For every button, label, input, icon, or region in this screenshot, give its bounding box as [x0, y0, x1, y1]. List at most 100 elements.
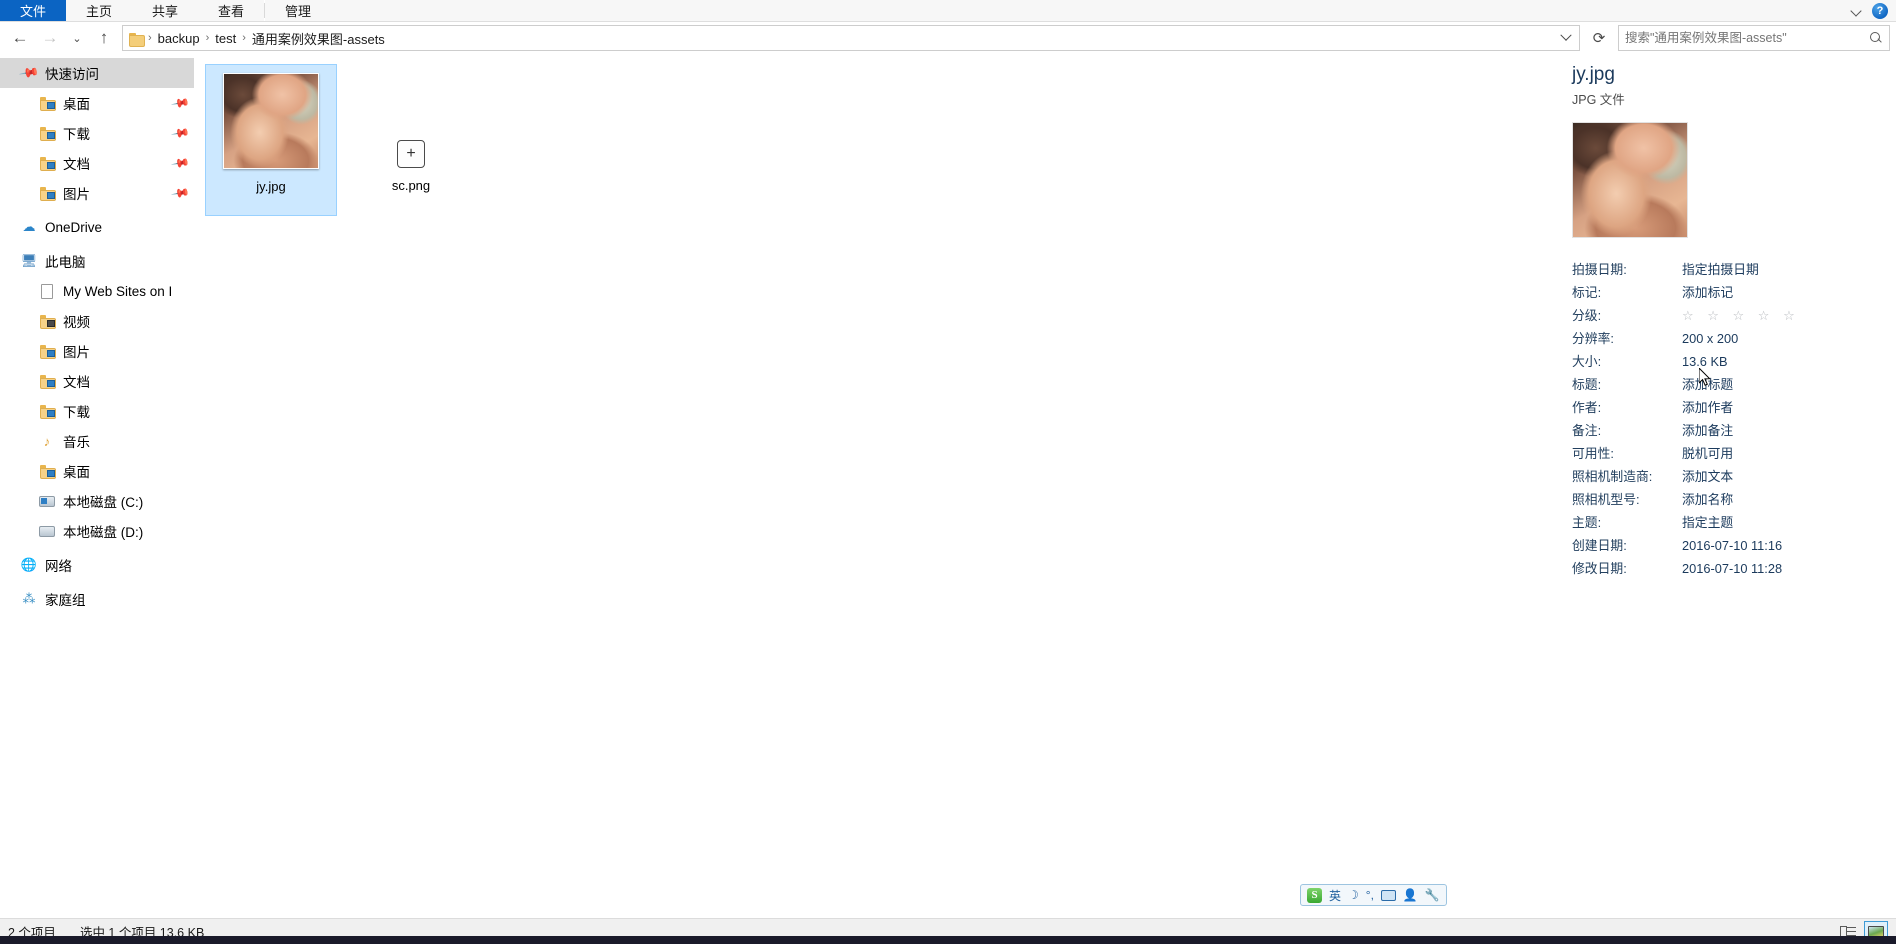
detail-value: 2016-07-10 11:28: [1682, 561, 1783, 576]
taskbar[interactable]: [0, 936, 1896, 944]
detail-value[interactable]: 指定主题: [1682, 511, 1733, 534]
detail-value[interactable]: 添加文本: [1682, 465, 1733, 488]
detail-key: 备注:: [1572, 423, 1602, 438]
sidebar-item-documents-pc[interactable]: 文档: [0, 366, 194, 396]
detail-value: 13.6 KB: [1682, 354, 1728, 369]
chevron-down-icon[interactable]: [1850, 4, 1864, 18]
sidebar-item-my-web-sites[interactable]: My Web Sites on I: [0, 276, 194, 306]
address-dropdown-icon[interactable]: [1557, 26, 1575, 50]
detail-value: 200 x 200: [1682, 331, 1739, 346]
detail-key: 分辨率:: [1572, 331, 1614, 346]
tab-manage[interactable]: 管理: [265, 0, 332, 21]
sogou-logo-icon[interactable]: S: [1307, 887, 1322, 903]
back-button[interactable]: ←: [6, 25, 34, 51]
sidebar-item-local-disk-c[interactable]: 本地磁盘 (C:): [0, 486, 194, 516]
tab-file[interactable]: 文件: [0, 0, 66, 21]
drive-icon: [38, 522, 56, 540]
details-title: jy.jpg: [1572, 64, 1615, 85]
user-icon[interactable]: 👤: [1403, 888, 1418, 902]
sidebar-item-label: 图片: [63, 187, 90, 202]
sidebar-item-local-disk-d[interactable]: 本地磁盘 (D:): [0, 516, 194, 546]
ribbon-empty-space: [331, 0, 1850, 21]
tab-view[interactable]: 查看: [198, 0, 265, 21]
tab-share[interactable]: 共享: [132, 0, 199, 21]
detail-value[interactable]: 添加名称: [1682, 488, 1733, 511]
sidebar-item-music[interactable]: ♪ 音乐: [0, 426, 194, 456]
sidebar-item-pictures[interactable]: 图片 📌: [0, 178, 194, 208]
punctuation-icon[interactable]: °,: [1366, 888, 1374, 902]
detail-row-availability: 可用性: 脱机可用: [1572, 442, 1880, 465]
file-item-sc-png[interactable]: sc.png: [345, 64, 477, 216]
file-explorer-window: 文件 主页 共享 查看 管理 ? ← → ⌄ ↑ › backup › test…: [0, 0, 1896, 944]
sidebar-item-label: 桌面: [63, 97, 90, 112]
sidebar-item-label: 家庭组: [45, 593, 86, 608]
rating-stars[interactable]: ☆ ☆ ☆ ☆ ☆: [1682, 304, 1800, 327]
thumbnail-container: [222, 71, 320, 169]
refresh-button[interactable]: ⟳: [1586, 25, 1612, 51]
tools-icon[interactable]: 🔧: [1425, 888, 1440, 902]
tab-manage-label: 管理: [285, 4, 312, 19]
detail-value[interactable]: 添加标记: [1682, 281, 1733, 304]
folder-videos-icon: [38, 312, 56, 330]
details-subtitle: JPG 文件: [1572, 93, 1625, 107]
moon-icon[interactable]: ☽: [1348, 888, 1359, 902]
sidebar-item-this-pc[interactable]: 🖥 此电脑: [0, 246, 194, 276]
pin-icon[interactable]: 📌: [170, 123, 190, 143]
detail-value[interactable]: 添加作者: [1682, 396, 1733, 419]
breadcrumb-test[interactable]: test: [210, 31, 241, 46]
folder-downloads-icon: [38, 402, 56, 420]
forward-button[interactable]: →: [36, 25, 64, 51]
ime-toolbar[interactable]: S 英 ☽ °, 👤 🔧: [1300, 884, 1447, 906]
file-list-view[interactable]: jy.jpg sc.png: [195, 54, 1556, 918]
help-icon[interactable]: ?: [1872, 2, 1888, 19]
sidebar-item-label: 快速访问: [45, 67, 99, 82]
detail-value[interactable]: 指定拍摄日期: [1682, 258, 1759, 281]
sidebar-item-label: 文档: [63, 157, 90, 172]
detail-value[interactable]: 添加标题: [1682, 373, 1733, 396]
sidebar-item-videos[interactable]: 视频: [0, 306, 194, 336]
ribbon-right-controls: ?: [1850, 0, 1896, 21]
pin-icon[interactable]: 📌: [170, 183, 190, 203]
image-thumbnail: [223, 73, 319, 169]
address-bar[interactable]: › backup › test › 通用案例效果图-assets: [122, 25, 1580, 51]
sidebar-item-downloads-pc[interactable]: 下载: [0, 396, 194, 426]
detail-key: 拍摄日期:: [1572, 262, 1627, 277]
sidebar-item-pictures-pc[interactable]: 图片: [0, 336, 194, 366]
sidebar-item-downloads[interactable]: 下载 📌: [0, 118, 194, 148]
file-item-jy-jpg[interactable]: jy.jpg: [205, 64, 337, 216]
drive-windows-icon: [38, 492, 56, 510]
tab-home[interactable]: 主页: [66, 0, 133, 21]
breadcrumb-current-folder[interactable]: 通用案例效果图-assets: [247, 29, 390, 48]
pin-icon[interactable]: 📌: [170, 93, 190, 113]
recent-locations-button[interactable]: ⌄: [66, 25, 88, 51]
sidebar-item-desktop[interactable]: 桌面 📌: [0, 88, 194, 118]
search-input[interactable]: [1625, 31, 1869, 45]
ribbon-tab-strip: 文件 主页 共享 查看 管理 ?: [0, 0, 1896, 22]
file-name-label: sc.png: [391, 178, 431, 193]
sidebar-item-network[interactable]: 🌐 网络: [0, 550, 194, 580]
sidebar-item-label: 下载: [63, 127, 90, 142]
detail-key: 标记:: [1572, 285, 1602, 300]
keyboard-icon[interactable]: [1380, 889, 1396, 901]
detail-value: 2016-07-10 11:16: [1682, 538, 1783, 553]
tab-view-label: 查看: [218, 4, 245, 19]
detail-value[interactable]: 添加备注: [1682, 419, 1733, 442]
sidebar-item-label: 此电脑: [45, 255, 86, 270]
detail-row-comments: 备注: 添加备注: [1572, 419, 1880, 442]
search-box[interactable]: [1618, 25, 1890, 51]
sidebar-item-documents[interactable]: 文档 📌: [0, 148, 194, 178]
pin-icon[interactable]: 📌: [170, 153, 190, 173]
detail-key: 修改日期:: [1572, 561, 1627, 576]
ime-language-mode[interactable]: 英: [1329, 887, 1341, 904]
sidebar-item-quick-access[interactable]: 📌 快速访问: [0, 58, 194, 88]
sidebar-item-label: 本地磁盘 (D:): [63, 525, 144, 540]
search-icon[interactable]: [1869, 31, 1883, 45]
breadcrumb-backup[interactable]: backup: [153, 31, 205, 46]
sidebar-item-onedrive[interactable]: ☁ OneDrive: [0, 212, 194, 242]
sidebar-item-homegroup[interactable]: ⁂ 家庭组: [0, 584, 194, 614]
network-icon: 🌐: [20, 557, 38, 572]
explorer-body: 📌 快速访问 桌面 📌 下载 📌 文档 📌 图片 📌 ☁ OneDrive 🖥 …: [0, 54, 1896, 918]
sidebar-item-desktop-pc[interactable]: 桌面: [0, 456, 194, 486]
up-button[interactable]: ↑: [90, 25, 118, 51]
folder-pictures-icon: [38, 342, 56, 360]
